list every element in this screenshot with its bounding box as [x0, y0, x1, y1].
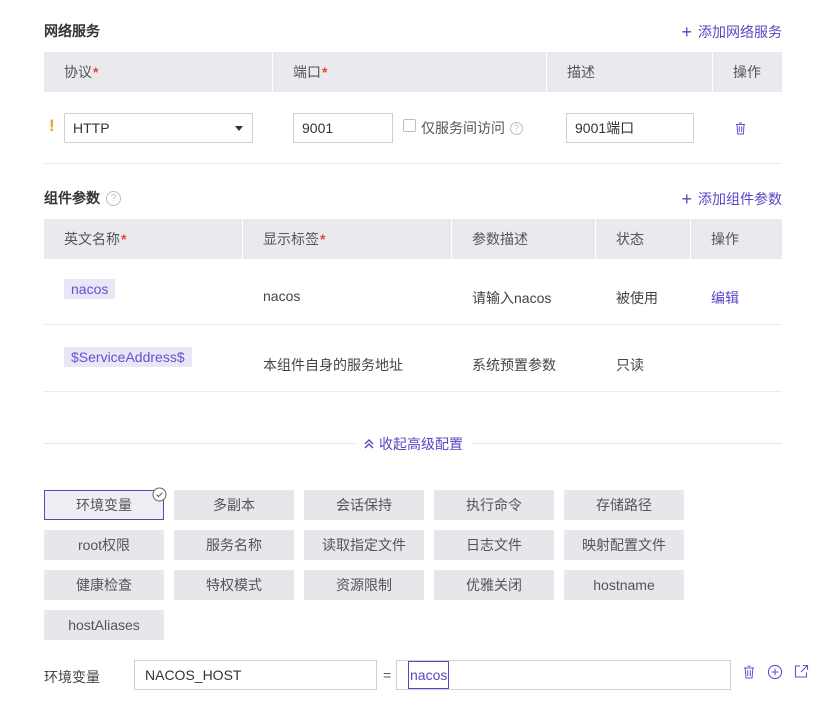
- column-port: 端口 *: [273, 52, 547, 92]
- option-hostname[interactable]: hostname: [564, 570, 684, 600]
- option-graceful-shutdown[interactable]: 优雅关闭: [434, 570, 554, 600]
- env-key-input[interactable]: NACOS_HOST: [134, 660, 377, 690]
- network-section-title: 网络服务: [44, 23, 100, 39]
- network-table-row: ! HTTP 9001 仅服务间访问 ? 9001端口: [44, 92, 782, 164]
- external-link-icon[interactable]: [794, 664, 809, 679]
- param-status: 被使用: [616, 290, 658, 306]
- column-description: 描述: [547, 52, 713, 92]
- component-section-title: 组件参数: [44, 190, 100, 206]
- column-status: 状态: [596, 219, 691, 259]
- param-name-tag: $ServiceAddress$: [64, 347, 192, 367]
- add-network-service-button[interactable]: + 添加网络服务: [681, 22, 782, 42]
- param-description: 请输入nacos: [472, 290, 552, 306]
- column-english-name: 英文名称 *: [44, 219, 243, 259]
- table-row: nacos nacos 请输入nacos 被使用 编辑: [44, 259, 782, 325]
- option-config-map[interactable]: 映射配置文件: [564, 530, 684, 560]
- help-icon[interactable]: ?: [510, 121, 523, 135]
- component-section-header: 组件参数 ?: [44, 188, 121, 208]
- option-privileged[interactable]: 特权模式: [174, 570, 294, 600]
- option-log-file[interactable]: 日志文件: [434, 530, 554, 560]
- add-component-param-label: 添加组件参数: [698, 191, 782, 207]
- caret-down-icon: [235, 126, 243, 131]
- add-component-param-button[interactable]: + 添加组件参数: [681, 189, 782, 209]
- plus-icon: +: [681, 189, 692, 209]
- equals-sign: =: [383, 667, 392, 683]
- param-display-label: nacos: [263, 288, 301, 304]
- option-health-check[interactable]: 健康检查: [44, 570, 164, 600]
- param-status: 只读: [616, 357, 644, 373]
- param-name-tag: nacos: [64, 279, 116, 299]
- description-input[interactable]: 9001端口: [566, 113, 694, 143]
- protocol-select[interactable]: HTTP: [64, 113, 253, 143]
- param-display-label: 本组件自身的服务地址: [263, 357, 403, 373]
- column-operation: 操作: [691, 219, 782, 259]
- option-root[interactable]: root权限: [44, 530, 164, 560]
- delete-icon[interactable]: [743, 665, 755, 679]
- table-row: $ServiceAddress$ 本组件自身的服务地址 系统预置参数 只读: [44, 326, 782, 392]
- option-replicas[interactable]: 多副本: [174, 490, 294, 520]
- plus-icon: +: [681, 22, 692, 42]
- collapse-advanced-button[interactable]: 收起高级配置: [355, 434, 471, 454]
- add-network-service-label: 添加网络服务: [698, 24, 782, 40]
- column-display-label: 显示标签 *: [243, 219, 452, 259]
- add-circle-icon[interactable]: [767, 664, 783, 680]
- internal-only-checkbox[interactable]: [403, 118, 416, 132]
- column-param-description: 参数描述: [452, 219, 596, 259]
- delete-icon[interactable]: [735, 122, 746, 135]
- option-read-file[interactable]: 读取指定文件: [304, 530, 424, 560]
- warning-icon: !: [49, 116, 55, 135]
- check-circle-icon: [152, 487, 167, 502]
- option-host-aliases[interactable]: hostAliases: [44, 610, 164, 640]
- network-table-header: 协议 * 端口 * 描述 操作: [44, 52, 782, 92]
- help-icon[interactable]: ?: [106, 190, 121, 206]
- env-value-input[interactable]: nacos: [396, 660, 731, 690]
- option-service-name[interactable]: 服务名称: [174, 530, 294, 560]
- option-exec-command[interactable]: 执行命令: [434, 490, 554, 520]
- port-input[interactable]: 9001: [293, 113, 393, 143]
- option-session-affinity[interactable]: 会话保持: [304, 490, 424, 520]
- edit-link[interactable]: 编辑: [711, 288, 739, 308]
- column-protocol: 协议 *: [44, 52, 273, 92]
- internal-only-label: 仅服务间访问: [421, 120, 505, 136]
- component-table-header: 英文名称 * 显示标签 * 参数描述 状态 操作: [44, 219, 782, 259]
- option-resource-limit[interactable]: 资源限制: [304, 570, 424, 600]
- env-var-label: 环境变量: [44, 669, 100, 685]
- double-chevron-up-icon: [364, 439, 374, 449]
- internal-only-option[interactable]: 仅服务间访问 ?: [403, 118, 523, 138]
- option-env-vars[interactable]: 环境变量: [44, 490, 164, 520]
- param-description: 系统预置参数: [472, 357, 556, 373]
- column-operation: 操作: [713, 52, 782, 92]
- option-storage-path[interactable]: 存储路径: [564, 490, 684, 520]
